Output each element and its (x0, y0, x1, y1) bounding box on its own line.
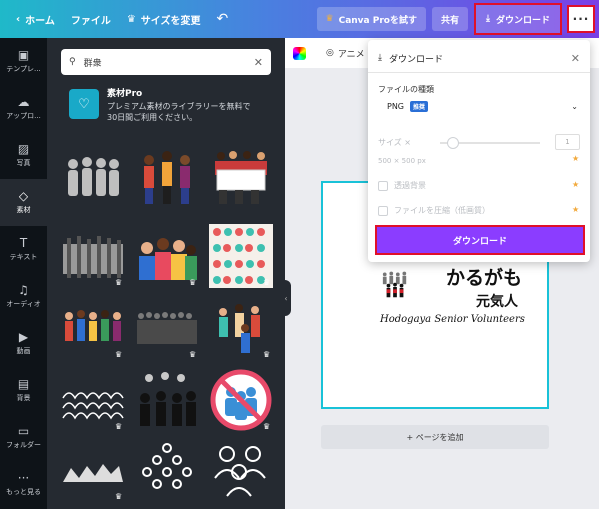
crown-icon: ♛ (126, 13, 136, 25)
download-icon: ⤓ (378, 53, 382, 63)
animate-icon: ◎ (326, 48, 334, 58)
crowd-element-tile[interactable] (61, 146, 125, 210)
crowd-element-tile[interactable] (135, 368, 199, 432)
size-slider-handle[interactable] (447, 137, 459, 149)
undo-icon: ↶ (216, 11, 229, 27)
promo-title: 素材Pro (107, 89, 143, 99)
chevron-left-icon: ‹ (16, 13, 21, 25)
transparent-bg-checkbox[interactable] (378, 180, 388, 191)
download-top-button[interactable]: ⤓ ダウンロード (474, 3, 562, 35)
transparent-bg-option[interactable]: 透過背景 (378, 180, 426, 191)
size-pixels: 500 × 500 px (378, 157, 426, 165)
pro-star-icon: ★ (572, 180, 580, 189)
file-type-label: ファイルの種類 (378, 85, 434, 94)
rail-item-background[interactable]: ▤ 背景 (0, 367, 47, 414)
collapse-panel-handle[interactable]: ‹ (281, 280, 291, 316)
top-bar: ‹ ホーム ファイル ♛ サイズを変更 ↶ ♛ Canva Proを試す 共有 … (0, 0, 599, 38)
file-type-value: PNG (387, 101, 405, 111)
search-value: 群衆 (83, 58, 102, 69)
promo-line2: 30日間ご利用ください。 (107, 113, 198, 122)
design-english-text[interactable]: Hodogaya Senior Volunteers (380, 314, 525, 325)
video-icon: ▶ (18, 330, 29, 344)
rail-item-photos[interactable]: ▨ 写真 (0, 132, 47, 179)
pro-elements-icon: ♡ (69, 89, 99, 119)
resize-label: サイズを変更 (140, 15, 201, 27)
rail-item-text[interactable]: T テキスト (0, 226, 47, 273)
people-illustration (382, 271, 407, 298)
download-label: ダウンロード (495, 15, 550, 26)
pro-star-icon: ★ (572, 205, 580, 214)
elements-panel: ⚲ 群衆 ✕ ♡ 素材Pro プレミアム素材のライブラリーを無料で 30日間ご利… (47, 38, 285, 509)
download-icon: ⤓ (486, 14, 490, 24)
text-icon: T (19, 236, 28, 250)
more-dots-icon: ··· (572, 12, 590, 26)
elements-icon: ◇ (18, 189, 29, 203)
design-title-text[interactable]: かるがも (446, 263, 522, 290)
rail-item-folder[interactable]: ▭ フォルダー (0, 414, 47, 461)
audio-icon: ♫ (18, 283, 29, 297)
pro-star-icon: ★ (572, 154, 580, 163)
rail-item-templates[interactable]: ▣ テンプレ... (0, 38, 47, 85)
pro-promo[interactable]: ♡ 素材Pro プレミアム素材のライブラリーを無料で 30日間ご利用ください。 (69, 89, 269, 131)
template-icon: ▣ (17, 48, 30, 62)
clear-search-icon[interactable]: ✕ (254, 56, 263, 69)
file-menu[interactable]: ファイル (63, 0, 119, 38)
rail-item-uploads[interactable]: ☁ アップロ... (0, 85, 47, 132)
search-input[interactable]: ⚲ 群衆 ✕ (61, 49, 271, 75)
home-button[interactable]: ‹ ホーム (8, 0, 63, 38)
crowd-element-tile[interactable] (209, 438, 273, 502)
try-canva-pro-button[interactable]: ♛ Canva Proを試す (316, 7, 426, 31)
pro-label: Canva Proを試す (338, 15, 417, 26)
home-label: ホーム (25, 15, 55, 27)
download-popover-title: ダウンロード (388, 54, 443, 65)
file-type-select[interactable]: PNG 推奨 ⌄ (378, 95, 582, 117)
search-icon: ⚲ (69, 57, 76, 67)
rail-item-elements[interactable]: ◇ 素材 (0, 179, 47, 226)
side-rail: ▣ テンプレ... ☁ アップロ... ▨ 写真 ◇ 素材 T テキスト ♫ オ… (0, 38, 47, 509)
close-icon[interactable]: ✕ (571, 52, 580, 65)
animate-button[interactable]: ◎ アニメ (326, 47, 365, 60)
more-options-button[interactable]: ··· (567, 5, 595, 33)
folder-icon: ▭ (17, 424, 30, 438)
download-button[interactable]: ダウンロード (375, 225, 585, 255)
crowd-element-tile[interactable] (135, 438, 199, 502)
more-icon: ··· (17, 471, 30, 485)
crowd-element-tile[interactable] (209, 146, 273, 210)
animate-label: アニメ (337, 49, 365, 60)
compress-option[interactable]: ファイルを圧縮（低画質） (378, 205, 490, 216)
size-input[interactable]: 1 (555, 134, 580, 150)
rail-item-video[interactable]: ▶ 動画 (0, 320, 47, 367)
crown-icon: ♛ (325, 14, 334, 24)
size-label: サイズ × (378, 138, 412, 147)
color-picker-icon[interactable] (293, 46, 306, 60)
compress-checkbox[interactable] (378, 205, 388, 216)
resize-button[interactable]: ♛ サイズを変更 (119, 0, 209, 38)
recommended-badge: 推奨 (410, 100, 429, 112)
promo-line1: プレミアム素材のライブラリーを無料で (107, 102, 251, 111)
chevron-down-icon: ⌄ (571, 101, 578, 111)
file-label: ファイル (70, 15, 111, 27)
rail-item-more[interactable]: ··· もっと見る (0, 461, 47, 508)
crowd-element-tile[interactable] (135, 146, 199, 210)
design-subtitle-text[interactable]: 元気人 (476, 291, 518, 311)
rail-item-audio[interactable]: ♫ オーディオ (0, 273, 47, 320)
undo-button[interactable]: ↶ (209, 0, 237, 38)
share-label: 共有 (440, 15, 459, 26)
add-page-button[interactable]: + ページを追加 (321, 425, 549, 449)
background-icon: ▤ (17, 377, 30, 391)
upload-icon: ☁ (17, 95, 30, 109)
download-popover-header: ⤓ ダウンロード ✕ (378, 48, 580, 68)
share-button[interactable]: 共有 (431, 7, 468, 31)
photo-icon: ▨ (17, 142, 30, 156)
